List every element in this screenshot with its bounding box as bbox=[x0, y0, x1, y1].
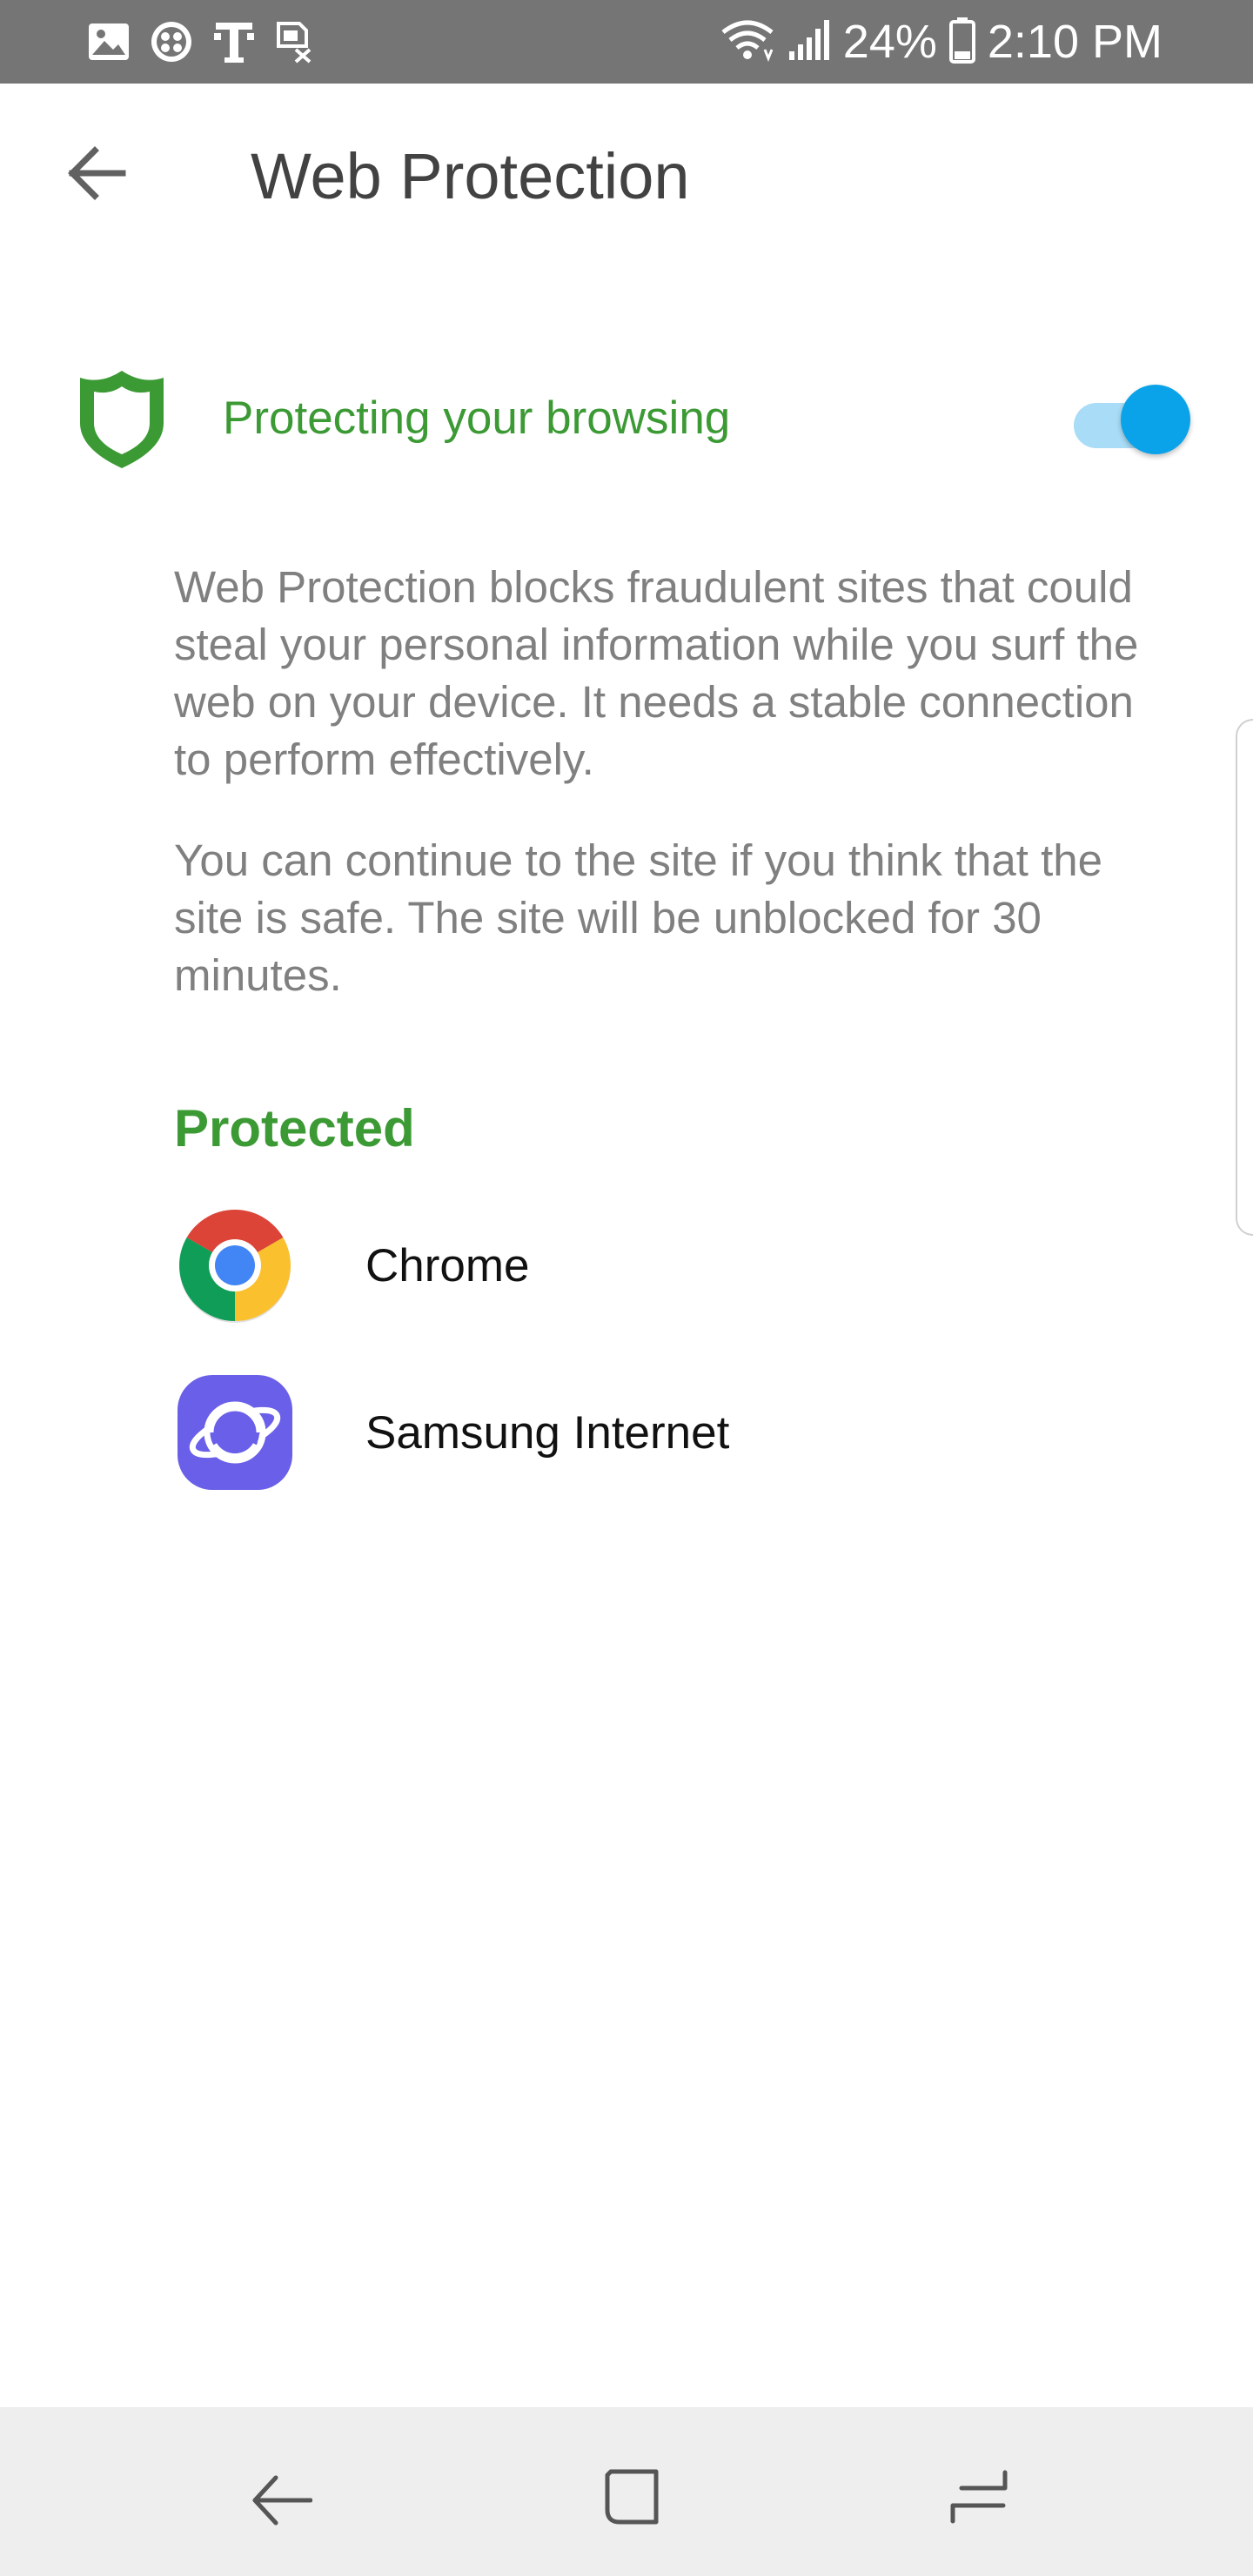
shield-icon bbox=[73, 369, 171, 470]
system-status: 24% 2:10 PM bbox=[720, 16, 1163, 68]
battery-icon bbox=[948, 17, 975, 68]
nav-back-button[interactable] bbox=[242, 2459, 320, 2538]
battery-percent: 24% bbox=[842, 16, 937, 68]
protection-row: Protecting your browsing bbox=[0, 348, 1253, 487]
notification-icons bbox=[87, 19, 315, 64]
protected-heading: Protected bbox=[174, 1099, 415, 1157]
clock: 2:10 PM bbox=[987, 16, 1163, 68]
list-item-chrome[interactable]: Chrome bbox=[0, 1197, 1253, 1328]
nav-home-button[interactable] bbox=[592, 2459, 670, 2538]
app-icon bbox=[150, 20, 193, 64]
nav-recents-button[interactable] bbox=[941, 2459, 1020, 2538]
wifi-icon bbox=[720, 18, 775, 66]
sim-icon bbox=[275, 20, 315, 64]
back-button[interactable] bbox=[57, 136, 136, 214]
description-paragraph: Web Protection blocks fraudulent sites t… bbox=[174, 562, 1139, 784]
web-protection-toggle[interactable] bbox=[1070, 381, 1190, 456]
app-bar: Web Protection bbox=[0, 84, 1253, 284]
list-item-samsung-internet[interactable]: Samsung Internet bbox=[0, 1365, 1253, 1495]
t-mobile-icon bbox=[212, 19, 256, 64]
arrow-left-icon bbox=[65, 145, 128, 205]
page-title: Web Protection bbox=[251, 140, 690, 212]
signal-icon bbox=[787, 18, 831, 66]
app-name: Samsung Internet bbox=[365, 1407, 730, 1459]
home-icon bbox=[600, 2466, 661, 2532]
protection-status-label: Protecting your browsing bbox=[223, 392, 731, 444]
edge-panel-handle[interactable] bbox=[1236, 719, 1253, 1236]
screen: 24% 2:10 PM Web Protection Protecting yo… bbox=[0, 0, 1253, 2576]
samsung-internet-icon bbox=[176, 1373, 294, 1492]
recents-icon bbox=[949, 2465, 1012, 2532]
toggle-thumb bbox=[1121, 385, 1190, 454]
status-bar: 24% 2:10 PM bbox=[0, 0, 1253, 84]
back-icon bbox=[250, 2465, 313, 2532]
navigation-bar bbox=[0, 2407, 1253, 2576]
description-paragraph: You can continue to the site if you thin… bbox=[174, 835, 1103, 1000]
gallery-icon bbox=[87, 22, 131, 62]
app-name: Chrome bbox=[365, 1240, 530, 1291]
chrome-icon bbox=[176, 1206, 294, 1325]
